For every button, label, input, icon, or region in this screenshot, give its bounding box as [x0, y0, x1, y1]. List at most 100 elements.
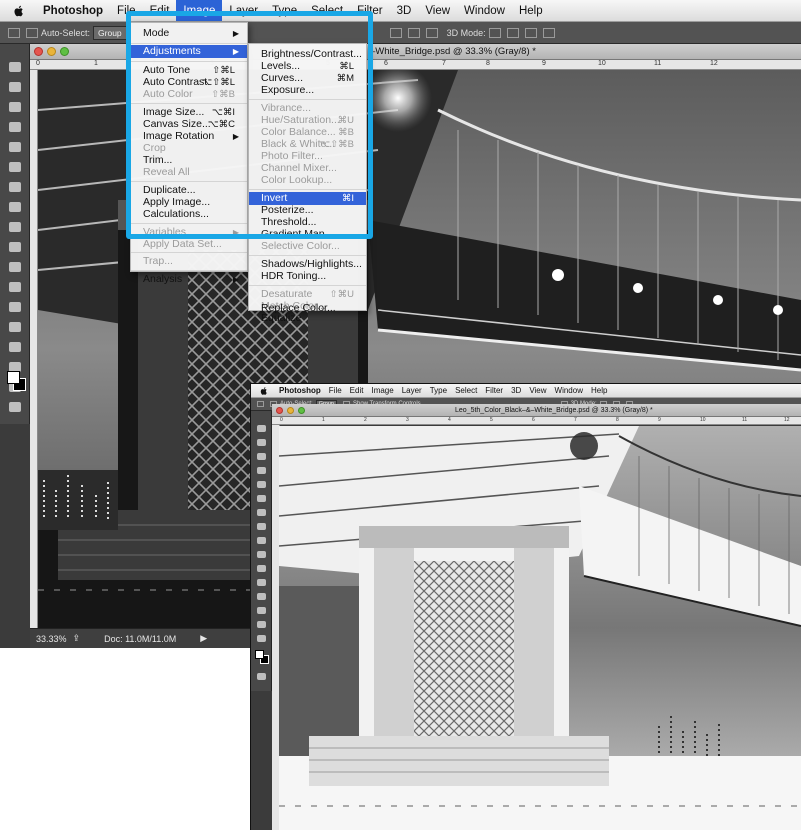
menu-help[interactable]: Help [512, 0, 550, 21]
move-tool-icon[interactable] [257, 425, 266, 432]
ruler-number: 5 [490, 417, 493, 423]
menu-item-auto-color: Auto Color ⇧⌘B [131, 88, 247, 101]
menu-item-adjustments[interactable]: Adjustments ▶ [131, 45, 247, 58]
move-tool-icon[interactable] [8, 27, 20, 38]
3d-rotate-icon[interactable] [488, 27, 501, 38]
brush-tool-icon[interactable] [257, 523, 266, 530]
clone-stamp-tool-icon[interactable] [9, 222, 21, 232]
brush-tool-icon[interactable] [9, 202, 21, 212]
type-tool-icon[interactable] [9, 342, 21, 352]
lasso-tool-icon[interactable] [257, 453, 266, 460]
zoom-window-button[interactable] [60, 47, 69, 56]
move-tool-icon[interactable] [257, 401, 264, 407]
distribute-spacing-icon[interactable] [425, 27, 438, 38]
eraser-tool-icon[interactable] [257, 565, 266, 572]
dodge-tool-icon[interactable] [9, 302, 21, 312]
crop-tool-icon[interactable] [9, 142, 21, 152]
menu-select[interactable]: Select [451, 384, 481, 397]
healing-brush-tool-icon[interactable] [9, 182, 21, 192]
menu-help[interactable]: Help [587, 384, 611, 397]
menu-photoshop[interactable]: Photoshop [275, 384, 325, 397]
distribute-icon[interactable] [407, 27, 420, 38]
menu-3d[interactable]: 3D [507, 384, 525, 397]
apple-icon[interactable] [12, 4, 26, 18]
zoom-window-button[interactable] [298, 406, 305, 414]
eraser-tool-icon[interactable] [9, 262, 21, 272]
menu-edit[interactable]: Edit [346, 384, 368, 397]
menu-image[interactable]: Image [367, 384, 397, 397]
minimize-window-button[interactable] [47, 47, 56, 56]
marquee-tool-icon[interactable] [9, 82, 21, 92]
move-tool-icon[interactable] [9, 62, 21, 72]
healing-brush-tool-icon[interactable] [257, 509, 266, 516]
apple-icon[interactable] [259, 386, 269, 396]
close-window-button[interactable] [276, 406, 283, 414]
menu-select[interactable]: Select [304, 0, 350, 21]
menu-item-mode[interactable]: Mode ▶ [131, 27, 247, 40]
auto-select-dropdown[interactable]: Group [93, 25, 127, 40]
history-brush-tool-icon[interactable] [257, 551, 266, 558]
horizontal-ruler-small: 0 1 2 3 4 5 6 7 8 9 10 11 12 [272, 417, 801, 425]
menu-file[interactable]: File [110, 0, 143, 21]
menu-layer[interactable]: Layer [222, 0, 265, 21]
dodge-tool-icon[interactable] [257, 593, 266, 600]
3d-pan-icon[interactable] [524, 27, 537, 38]
menu-item-hdr-toning[interactable]: HDR Toning... [249, 270, 366, 283]
menu-window[interactable]: Window [551, 384, 587, 397]
marquee-tool-icon[interactable] [257, 439, 266, 446]
status-menu-arrow-icon[interactable]: ▶ [200, 633, 207, 644]
zoom-level[interactable]: 33.33% [36, 634, 67, 644]
gradient-tool-icon[interactable] [257, 579, 266, 586]
3d-roll-icon[interactable] [506, 27, 519, 38]
3d-slide-icon[interactable] [542, 27, 555, 38]
menu-view[interactable]: View [418, 0, 457, 21]
magic-wand-tool-icon[interactable] [257, 467, 266, 474]
menu-item-label: Invert [261, 192, 288, 204]
gradient-tool-icon[interactable] [9, 282, 21, 292]
menu-separator [249, 255, 366, 256]
menu-item-analysis[interactable]: Analysis ▶ [131, 273, 247, 286]
menu-item-equalize[interactable]: Equalize [249, 312, 366, 325]
document-tab-small[interactable]: Leo_5th_Color_Black–&–White_Bridge.psd @… [272, 404, 801, 417]
menu-filter[interactable]: Filter [350, 0, 390, 21]
menu-edit[interactable]: Edit [143, 0, 177, 21]
menu-3d[interactable]: 3D [390, 0, 419, 21]
bridge-photo-inverted[interactable] [279, 426, 801, 830]
quick-mask-icon[interactable] [9, 402, 21, 412]
eyedropper-tool-icon[interactable] [257, 495, 266, 502]
type-tool-icon[interactable] [257, 621, 266, 628]
menu-item-label: Analysis [143, 273, 183, 285]
crop-tool-icon[interactable] [257, 481, 266, 488]
menu-type[interactable]: Type [265, 0, 304, 21]
menu-item-label: Adjustments [143, 45, 201, 57]
align-icon[interactable] [389, 27, 402, 38]
screenshot-composite: Photoshop File Edit Image Layer Type Sel… [0, 0, 801, 830]
minimize-window-button[interactable] [287, 406, 294, 414]
hand-tool-icon[interactable] [257, 635, 266, 642]
pen-tool-icon[interactable] [9, 322, 21, 332]
pen-tool-icon[interactable] [257, 607, 266, 614]
menu-type[interactable]: Type [426, 384, 451, 397]
menu-item-exposure[interactable]: Exposure... [249, 84, 366, 97]
ruler-number: 12 [784, 417, 790, 423]
clone-stamp-tool-icon[interactable] [257, 537, 266, 544]
magic-wand-tool-icon[interactable] [9, 122, 21, 132]
foreground-color-swatch[interactable] [255, 650, 264, 659]
ruler-number: 1 [94, 60, 98, 67]
close-window-button[interactable] [34, 47, 43, 56]
menu-view[interactable]: View [525, 384, 550, 397]
checkbox-icon[interactable] [26, 27, 38, 38]
menu-filter[interactable]: Filter [481, 384, 507, 397]
menu-layer[interactable]: Layer [398, 384, 426, 397]
menu-window[interactable]: Window [457, 0, 512, 21]
quick-mask-icon[interactable] [257, 673, 266, 680]
menu-item-calculations[interactable]: Calculations... [131, 208, 247, 221]
history-brush-tool-icon[interactable] [9, 242, 21, 252]
menu-photoshop[interactable]: Photoshop [36, 0, 110, 21]
share-icon[interactable]: ⇪ [73, 633, 81, 644]
lasso-tool-icon[interactable] [9, 102, 21, 112]
menu-file[interactable]: File [325, 384, 346, 397]
foreground-color-swatch[interactable] [7, 371, 20, 384]
eyedropper-tool-icon[interactable] [9, 162, 21, 172]
menu-image[interactable]: Image [176, 0, 223, 21]
